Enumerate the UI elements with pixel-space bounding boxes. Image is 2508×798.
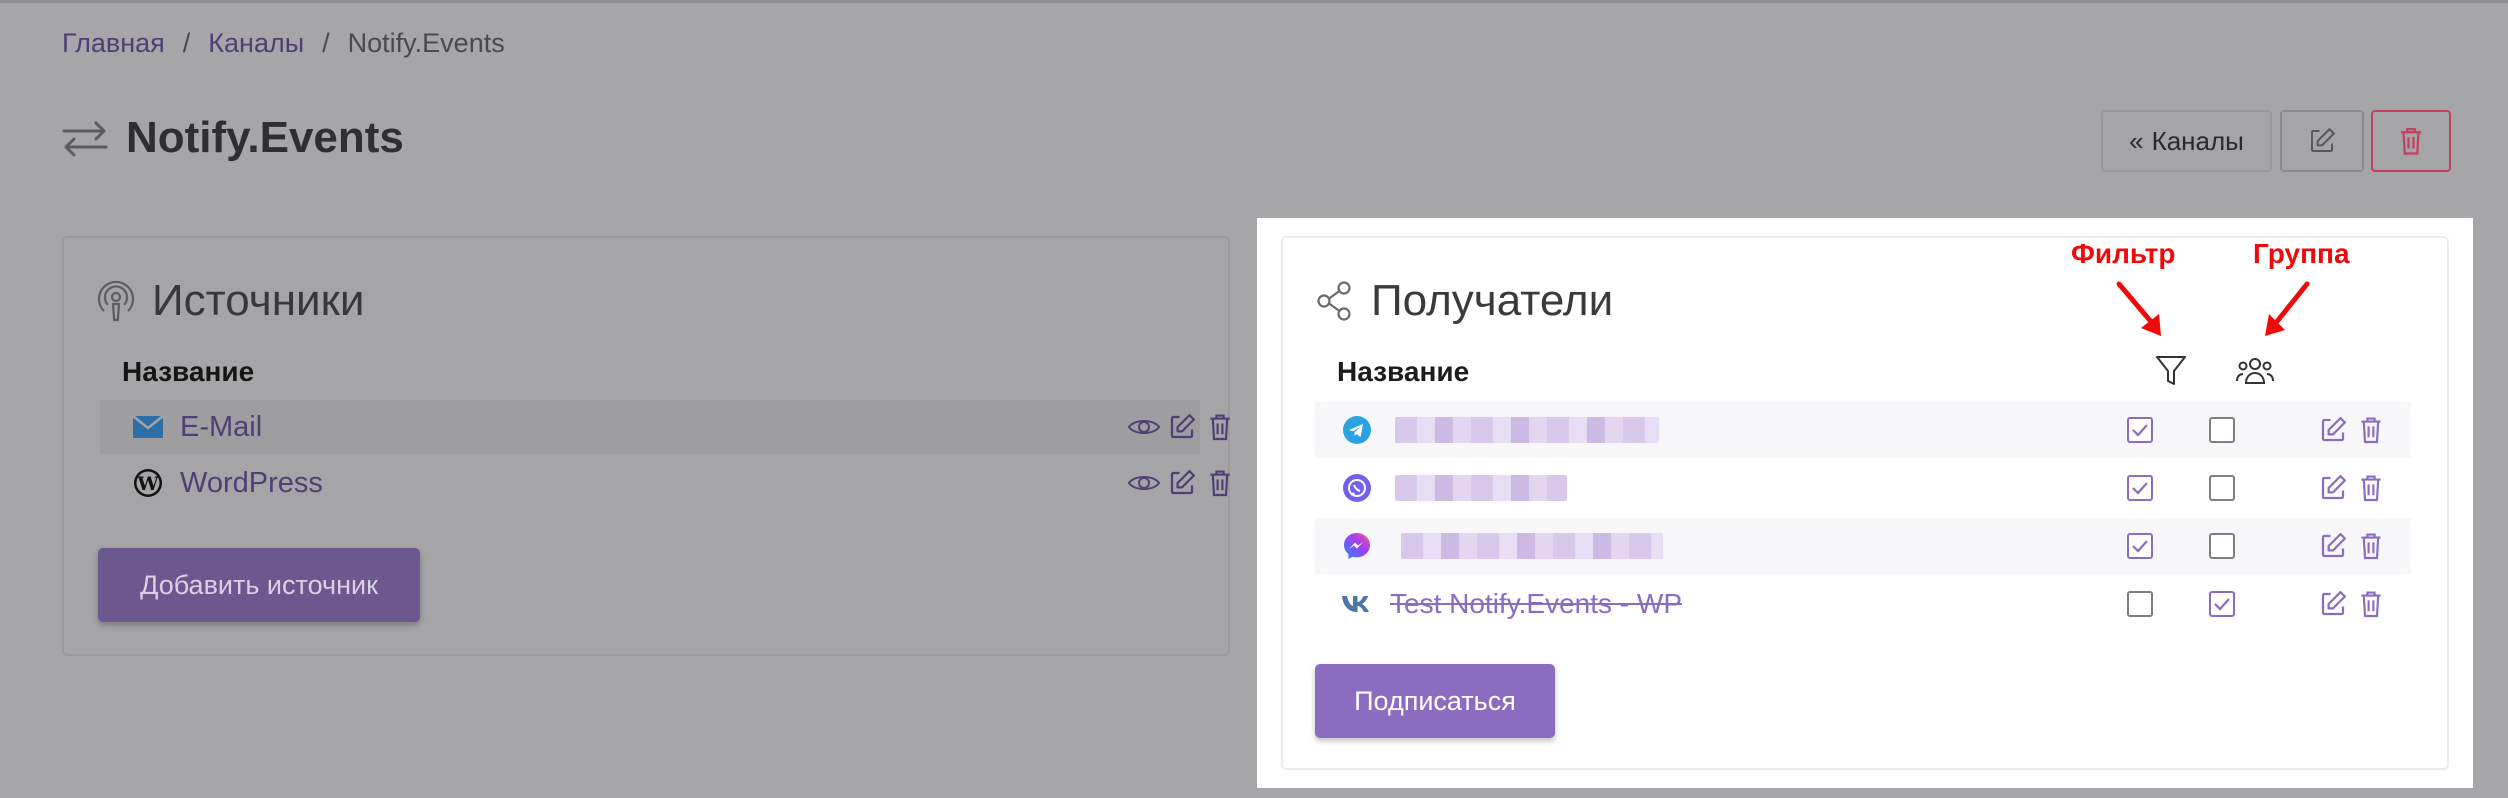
trash-icon: [1210, 414, 1230, 441]
delete-recipient-button[interactable]: [2353, 470, 2389, 506]
breadcrumb-separator: /: [182, 27, 191, 58]
edit-icon: [2321, 475, 2346, 500]
group-annotation: Группа: [2253, 238, 2350, 269]
sources-column-name: Название: [122, 356, 255, 387]
viber-icon: [1341, 472, 1373, 504]
edit-icon: [2311, 128, 2335, 152]
filter-checkbox[interactable]: [2127, 533, 2153, 559]
delete-source-button[interactable]: [1202, 465, 1238, 501]
messenger-icon: [1341, 530, 1373, 562]
double-chevron-left-icon: «: [2129, 125, 2144, 156]
top-border: [0, 0, 2508, 3]
edit-icon: [2321, 417, 2346, 442]
trash-icon: [2401, 128, 2421, 155]
edit-recipient-button[interactable]: [2315, 470, 2351, 506]
svg-text:W: W: [136, 473, 159, 495]
edit-icon: [2321, 533, 2346, 558]
telegram-icon: [1341, 414, 1373, 446]
source-row: W WordPress: [100, 456, 1230, 510]
recipients-card: Получатели Фильтр Группа Название Test N…: [1281, 236, 2449, 770]
recipient-name[interactable]: Test Notify.Events - WP: [1390, 588, 1682, 620]
recipient-row: [1315, 460, 2411, 516]
delete-channel-button[interactable]: [2371, 110, 2451, 172]
trash-icon: [2361, 533, 2381, 560]
share-icon: [1317, 281, 1351, 321]
source-actions: [1126, 409, 1240, 445]
recipients-title: Получатели: [1313, 276, 1613, 326]
view-source-button[interactable]: [1126, 409, 1162, 445]
recipient-actions: [2315, 412, 2391, 448]
recipients-title-text: Получатели: [1371, 276, 1614, 325]
edit-icon: [1170, 470, 1195, 495]
trash-icon: [2361, 591, 2381, 618]
podcast-icon: [97, 280, 135, 322]
subscribe-button[interactable]: Подписаться: [1315, 664, 1555, 738]
filter-checkbox[interactable]: [2127, 591, 2153, 617]
delete-source-button[interactable]: [1202, 409, 1238, 445]
edit-recipient-button[interactable]: [2315, 412, 2351, 448]
edit-icon: [1170, 414, 1195, 439]
wordpress-icon: W: [132, 467, 164, 499]
trash-icon: [1210, 470, 1230, 497]
group-checkbox[interactable]: [2209, 417, 2235, 443]
breadcrumb-home[interactable]: Главная: [62, 28, 165, 59]
group-checkbox[interactable]: [2209, 533, 2235, 559]
edit-recipient-button[interactable]: [2315, 528, 2351, 564]
source-name[interactable]: WordPress: [180, 467, 323, 500]
filter-checkbox[interactable]: [2127, 417, 2153, 443]
recipient-actions: [2315, 528, 2391, 564]
redacted-name: [1401, 533, 1663, 559]
breadcrumb: Главная / Каналы / Notify.Events: [62, 26, 505, 60]
eye-icon: [1127, 476, 1161, 490]
source-row: E-Mail: [100, 400, 1230, 454]
breadcrumb-separator: /: [322, 27, 330, 58]
edit-channel-button[interactable]: [2280, 110, 2364, 172]
header-actions: « Каналы: [2101, 110, 2451, 172]
filter-annotation: Фильтр: [2071, 238, 2176, 269]
source-actions: [1126, 465, 1240, 501]
delete-recipient-button[interactable]: [2353, 528, 2389, 564]
delete-recipient-button[interactable]: [2353, 586, 2389, 622]
edit-source-button[interactable]: [1164, 409, 1200, 445]
trash-icon: [2361, 417, 2381, 444]
source-name[interactable]: E-Mail: [180, 411, 262, 444]
recipients-column-name: Название: [1337, 356, 1470, 387]
page-header: Notify.Events: [60, 108, 404, 168]
recipient-row: [1315, 402, 2411, 458]
back-button-label: Каналы: [2151, 125, 2244, 156]
recipient-actions: [2315, 586, 2391, 622]
page-title: Notify.Events: [126, 113, 404, 162]
sources-card: Источники Название E-Mail W WordPress До…: [62, 236, 1230, 656]
breadcrumb-current: Notify.Events: [347, 27, 505, 58]
filter-checkbox[interactable]: [2127, 475, 2153, 501]
edit-icon: [2321, 591, 2346, 616]
sources-title: Источники: [94, 276, 364, 326]
sources-title-text: Источники: [152, 276, 365, 325]
annotation-arrow-group: [2265, 281, 2310, 336]
view-source-button[interactable]: [1126, 465, 1162, 501]
breadcrumb-channels[interactable]: Каналы: [208, 28, 304, 59]
vk-icon: [1341, 588, 1373, 620]
recipient-row: [1315, 518, 2411, 574]
eye-icon: [1127, 420, 1161, 434]
group-checkbox[interactable]: [2209, 475, 2235, 501]
edit-recipient-button[interactable]: [2315, 586, 2351, 622]
edit-source-button[interactable]: [1164, 465, 1200, 501]
recipient-actions: [2315, 470, 2391, 506]
annotation-arrow-filter: [2116, 281, 2161, 336]
filter-icon: [2156, 356, 2186, 385]
recipient-row: Test Notify.Events - WP: [1315, 576, 2411, 632]
users-group-icon: [2236, 358, 2274, 384]
add-source-button[interactable]: Добавить источник: [98, 548, 420, 622]
delete-recipient-button[interactable]: [2353, 412, 2389, 448]
redacted-name: [1395, 475, 1567, 501]
redacted-name: [1395, 417, 1659, 443]
group-checkbox[interactable]: [2209, 591, 2235, 617]
mail-icon: [132, 411, 164, 443]
exchange-arrows-icon: [62, 121, 108, 157]
back-to-channels-button[interactable]: « Каналы: [2101, 110, 2272, 172]
trash-icon: [2361, 475, 2381, 502]
